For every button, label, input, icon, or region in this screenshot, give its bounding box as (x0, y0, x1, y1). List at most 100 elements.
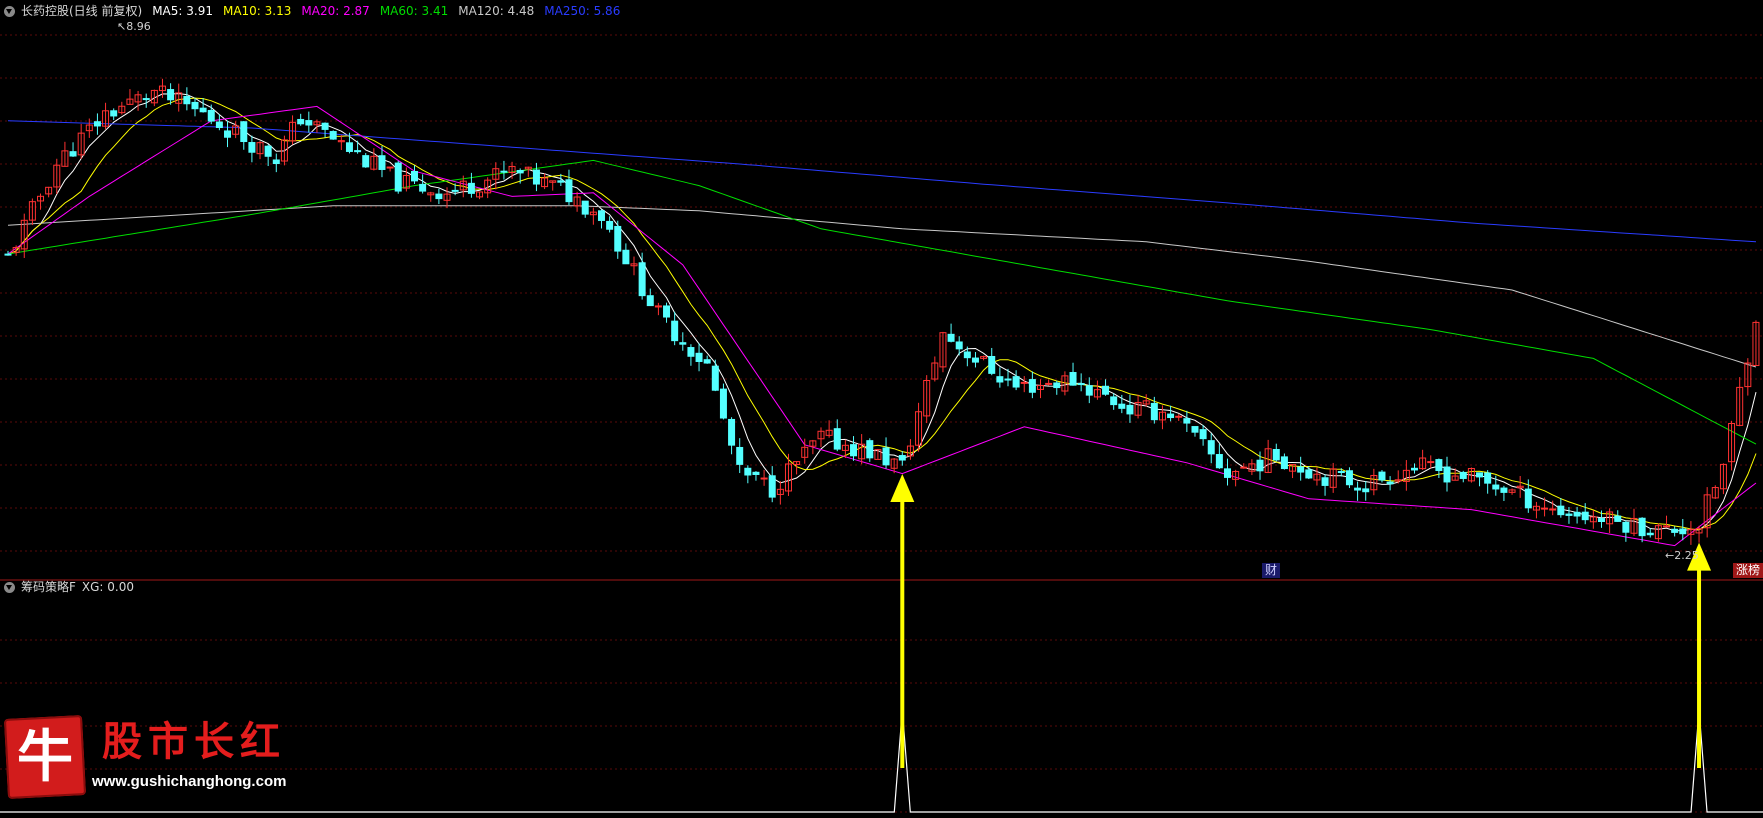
candle-body-down (240, 121, 248, 143)
candlestick (337, 134, 345, 150)
candle-body-down (1492, 484, 1500, 490)
candle-body-down (329, 131, 337, 140)
candlestick (541, 173, 549, 190)
ma20-line (7, 105, 1757, 547)
candlestick (1207, 433, 1215, 464)
candlestick (175, 83, 183, 112)
candle-body-down (199, 107, 207, 113)
candlestick (1345, 467, 1353, 489)
candle-body-down (866, 440, 874, 459)
candlestick (1037, 379, 1045, 399)
candle-body-down (963, 351, 971, 359)
candle-body-down (663, 305, 671, 318)
stock-chart[interactable] (0, 0, 1763, 818)
candlestick (1557, 498, 1565, 518)
candlesticks[interactable] (4, 78, 1760, 545)
candle-body-down (1573, 511, 1581, 517)
finance-badge[interactable]: 财 (1262, 563, 1281, 578)
candle-body-down (1345, 470, 1353, 486)
candle-body-down (1004, 378, 1012, 381)
candlestick (654, 302, 662, 316)
candlestick (1695, 525, 1703, 543)
candlestick (1199, 425, 1207, 446)
candle-body-down (646, 295, 654, 307)
candlestick (1004, 368, 1012, 387)
candle-body-down (1614, 515, 1622, 522)
candle-body-down (1297, 466, 1305, 473)
candle-body-down (1126, 404, 1134, 415)
candlestick (1028, 371, 1036, 399)
candlestick (825, 420, 833, 438)
candlestick (150, 89, 158, 107)
ma120-line (7, 205, 1757, 368)
watermark-logo: 牛 股市长红 www.gushichanghong.com (3, 712, 306, 807)
candle-body-down (1028, 379, 1036, 393)
main-chart-header: 长药控股(日线 前复权) MA5: 3.91 MA10: 3.13 MA20: … (4, 2, 620, 20)
candlestick (947, 323, 955, 343)
indicator-toggle-icon[interactable] (4, 581, 15, 593)
candle-body-down (224, 130, 232, 138)
candlestick (1752, 320, 1760, 366)
candlestick (1630, 508, 1638, 537)
candle-body-down (167, 89, 175, 101)
candlestick (93, 113, 101, 135)
candlestick (1053, 380, 1061, 395)
candlestick (126, 89, 134, 105)
candlestick (370, 148, 378, 171)
candle-body-down (1167, 413, 1175, 419)
candle-body-down (4, 253, 12, 256)
candle-body-down (1378, 471, 1386, 481)
candlestick (1305, 466, 1313, 480)
ma60-line (7, 159, 1757, 445)
candlestick (524, 166, 532, 177)
candlestick (1215, 443, 1223, 469)
candle-body-down (1484, 472, 1492, 484)
candlestick (305, 111, 313, 133)
candlestick (971, 352, 979, 368)
candle-body-down (1337, 471, 1345, 474)
low-price-note: ←2.25 (1665, 549, 1699, 562)
candlestick (646, 288, 654, 307)
candle-body-down (606, 220, 614, 230)
candlestick (1126, 394, 1134, 423)
candlestick (1736, 377, 1744, 427)
candlestick (736, 438, 744, 474)
candlestick (329, 130, 337, 140)
candlestick (1167, 405, 1175, 422)
candlestick (53, 158, 61, 195)
candlestick (988, 347, 996, 376)
candlestick (1248, 459, 1256, 476)
candle-body-down (768, 475, 776, 498)
ma10-label: MA10: 3.13 (222, 4, 292, 18)
candlestick (663, 302, 671, 323)
candlestick (1329, 462, 1337, 493)
candle-body-up (1549, 508, 1557, 511)
candle-body-down (110, 110, 118, 117)
candlestick (183, 87, 191, 111)
candle-body-down (1012, 376, 1020, 388)
logo-url-text: www.gushichanghong.com (92, 773, 287, 790)
candle-body-down (411, 170, 418, 182)
candle-body-down (638, 262, 646, 297)
candle-body-down (1638, 517, 1646, 537)
stock-title: 长药控股(日线 前复权) (21, 4, 143, 18)
candlestick (898, 451, 906, 466)
candlestick (1110, 393, 1118, 410)
candlestick (980, 355, 988, 361)
candle-body-down (1565, 513, 1573, 516)
candle-body-down (1646, 532, 1654, 536)
limit-up-badge[interactable]: 涨榜 (1733, 563, 1763, 578)
candlestick (614, 220, 622, 259)
candle-body-down (565, 179, 573, 203)
collapse-toggle-icon[interactable] (4, 5, 15, 17)
ma120-label: MA120: 4.48 (458, 4, 535, 18)
candlestick (1589, 510, 1597, 529)
candlestick (37, 193, 45, 210)
candlestick (28, 198, 36, 226)
candlestick (467, 172, 475, 198)
candlestick (394, 160, 402, 194)
candlestick (1646, 528, 1654, 538)
candle-body-down (1207, 440, 1215, 455)
candle-body-down (1321, 477, 1329, 486)
candle-body-down (1671, 528, 1679, 533)
